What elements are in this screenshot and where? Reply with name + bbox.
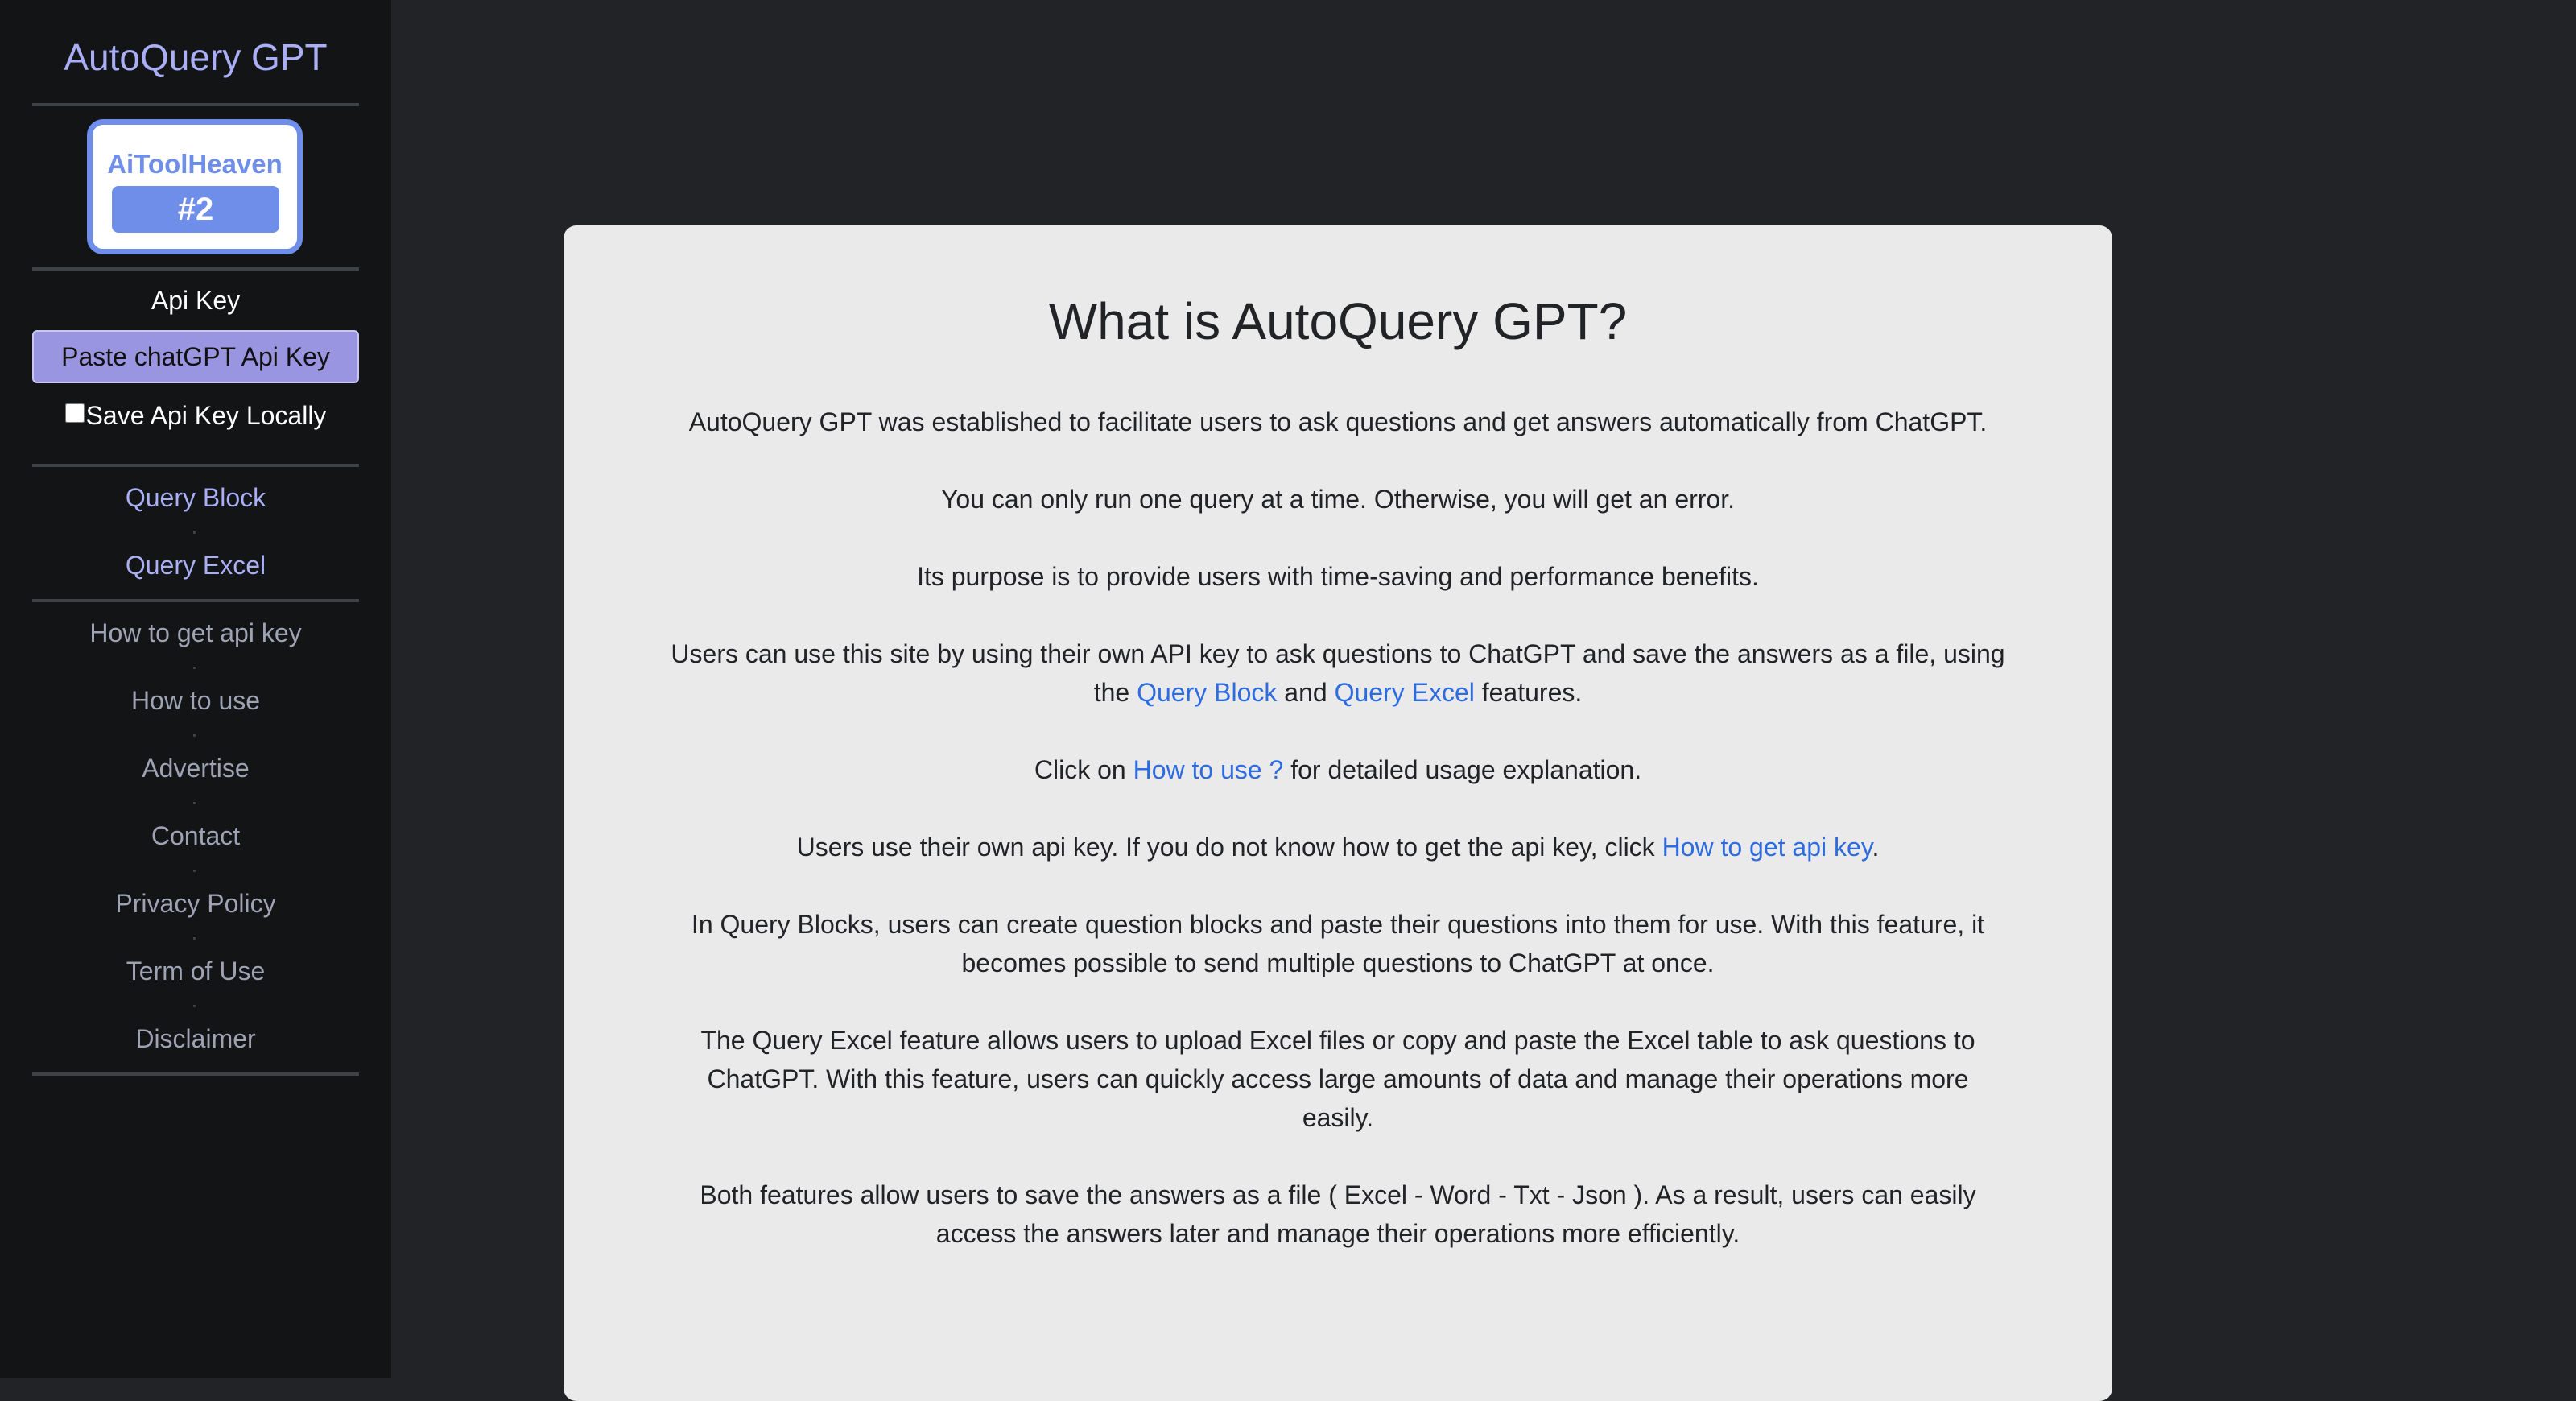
paragraph-text: features. <box>1474 678 1583 707</box>
divider <box>32 464 359 467</box>
save-api-key-label: Save Api Key Locally <box>85 401 327 430</box>
paragraph-text: . <box>1872 833 1880 862</box>
page-title: What is AutoQuery GPT? <box>1048 292 1628 350</box>
divider <box>32 1072 359 1076</box>
brand-title[interactable]: AutoQuery GPT <box>0 35 391 79</box>
separator-dot <box>193 734 196 737</box>
paragraph-text: Click on <box>1034 755 1133 784</box>
nav-how-to-get-api-key[interactable]: How to get api key <box>0 618 391 648</box>
nav-privacy-policy[interactable]: Privacy Policy <box>0 889 391 919</box>
paragraph-text: for detailed usage explanation. <box>1283 755 1642 784</box>
query-block-link[interactable]: Query Block <box>1137 678 1277 707</box>
separator-dot <box>193 870 196 872</box>
about-paragraph: Users can use this site by using their o… <box>668 634 2008 712</box>
nav-contact[interactable]: Contact <box>0 821 391 851</box>
nav-advertise[interactable]: Advertise <box>0 754 391 783</box>
save-api-key-row[interactable]: Save Api Key Locally <box>0 401 391 431</box>
about-card: What is AutoQuery GPT? AutoQuery GPT was… <box>564 225 2112 1401</box>
badge-rank: #2 <box>112 186 279 233</box>
separator-dot <box>193 1005 196 1007</box>
about-paragraph: Users use their own api key. If you do n… <box>668 828 2008 866</box>
badge-name: AiToolHeaven <box>107 149 283 179</box>
api-key-label: Api Key <box>151 286 241 315</box>
about-paragraph: AutoQuery GPT was established to facilit… <box>688 407 1988 436</box>
divider <box>32 599 359 602</box>
paragraph-text: and <box>1277 678 1335 707</box>
how-to-get-api-key-link[interactable]: How to get api key <box>1662 833 1872 862</box>
divider <box>32 103 359 106</box>
nav-term-of-use[interactable]: Term of Use <box>0 957 391 986</box>
about-paragraph: Both features allow users to save the an… <box>700 1180 1976 1248</box>
about-paragraph: Click on How to use ? for detailed usage… <box>668 750 2008 789</box>
about-paragraph: In Query Blocks, users can create questi… <box>691 910 1985 977</box>
separator-dot <box>193 802 196 804</box>
about-paragraph: You can only run one query at a time. Ot… <box>940 485 1735 514</box>
about-paragraph: Its purpose is to provide users with tim… <box>917 562 1759 591</box>
nav-how-to-use[interactable]: How to use <box>0 686 391 716</box>
query-excel-link[interactable]: Query Excel <box>1335 678 1475 707</box>
nav-disclaimer[interactable]: Disclaimer <box>0 1024 391 1054</box>
paragraph-text: Users use their own api key. If you do n… <box>796 833 1662 862</box>
sidebar: AutoQuery GPT AiToolHeaven #2 Api Key Sa… <box>0 0 391 1378</box>
separator-dot <box>193 531 196 534</box>
aitoolheaven-badge[interactable]: AiToolHeaven #2 <box>87 119 303 254</box>
divider <box>32 267 359 271</box>
separator-dot <box>193 937 196 940</box>
nav-query-block[interactable]: Query Block <box>0 483 391 513</box>
api-key-input[interactable] <box>32 330 359 383</box>
about-paragraph: The Query Excel feature allows users to … <box>700 1026 1975 1132</box>
nav-query-excel[interactable]: Query Excel <box>0 551 391 581</box>
separator-dot <box>193 667 196 669</box>
save-api-key-checkbox[interactable] <box>64 403 85 423</box>
how-to-use-link[interactable]: How to use ? <box>1133 755 1284 784</box>
